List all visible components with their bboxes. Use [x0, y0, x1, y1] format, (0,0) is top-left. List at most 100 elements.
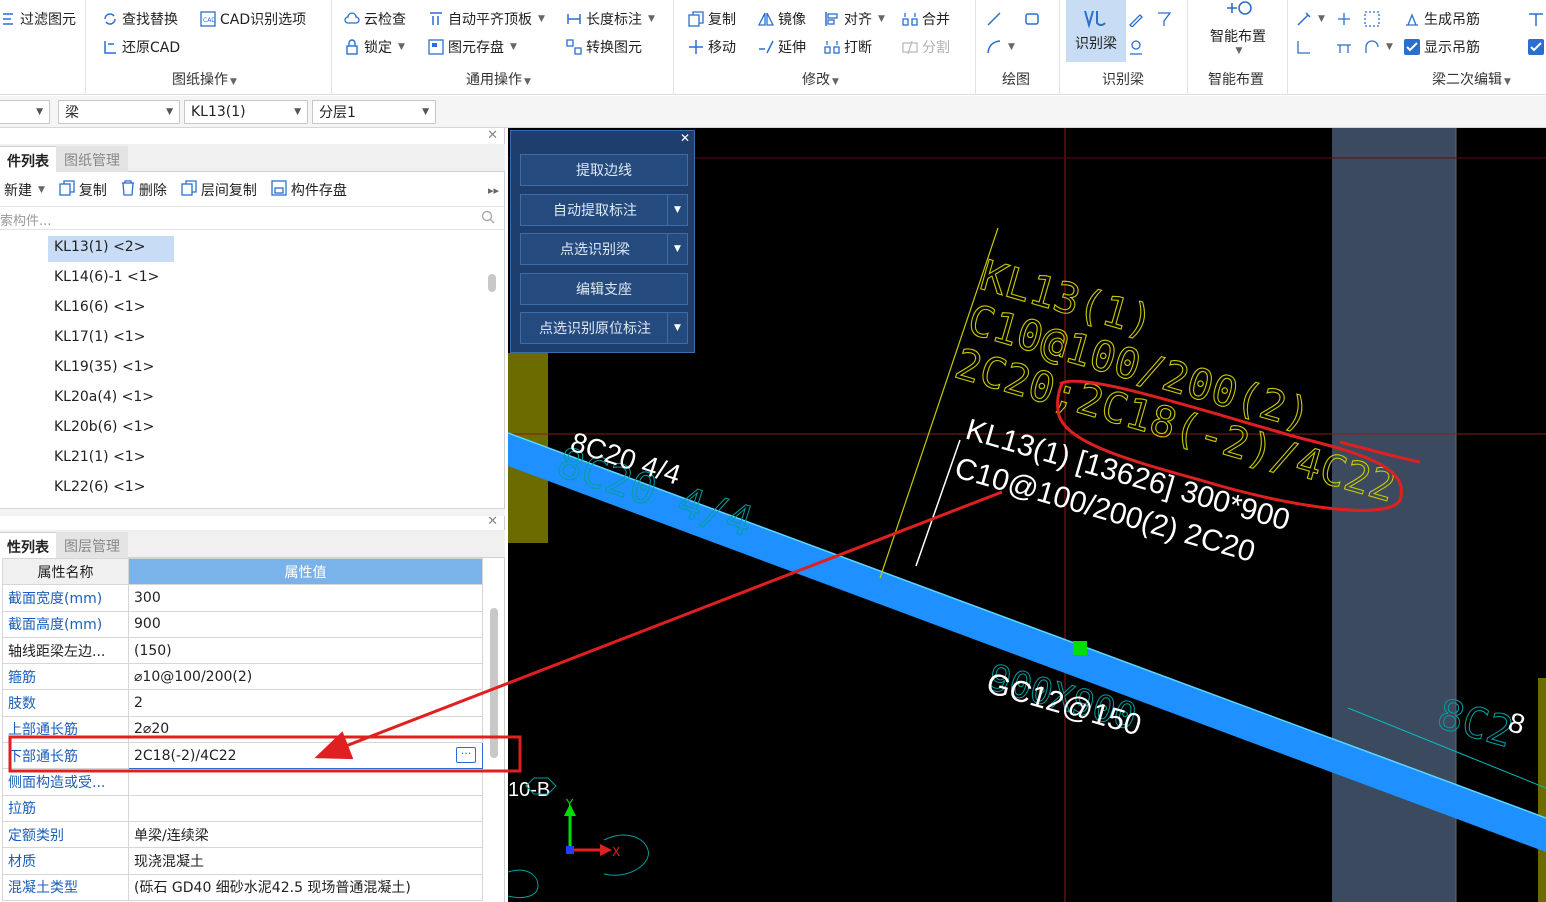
element-save-button[interactable]: 图元存盘 ▼: [428, 36, 517, 58]
left-annotation[interactable]: 8C20 4/4 8C20 4/4: [551, 424, 763, 547]
property-row[interactable]: 下部通长筋 2C18(-2)/4C22 ···: [2, 742, 483, 770]
property-value[interactable]: 2⌀20: [128, 715, 483, 744]
component-save-button[interactable]: 构件存盘: [271, 180, 347, 200]
property-value[interactable]: (砾石 GD40 细砂水泥42.5 现场普通混凝土): [128, 873, 483, 901]
beam-draw-button[interactable]: ▼: [1296, 8, 1325, 30]
split-button[interactable]: 分割: [902, 36, 950, 58]
beam-tool-f-button[interactable]: [1528, 8, 1544, 30]
close-icon[interactable]: ✕: [680, 131, 690, 145]
more-icon[interactable]: ▸▸: [488, 184, 499, 197]
wall-element-right[interactable]: [1538, 678, 1546, 902]
component-list-item[interactable]: KL16(6) <1>: [48, 296, 151, 322]
tab-component-list[interactable]: 件列表: [0, 146, 58, 172]
cad-recognize-options-button[interactable]: CAD CAD识别选项: [200, 8, 306, 30]
component-list-item[interactable]: KL22(6) <1>: [48, 476, 151, 502]
delete-button[interactable]: 删除: [121, 180, 167, 200]
component-search-input[interactable]: 索构件...: [0, 206, 505, 230]
extend-button[interactable]: 延伸: [758, 36, 806, 58]
property-row[interactable]: 混凝土类型 (砾石 GD40 细砂水泥42.5 现场普通混凝土): [2, 873, 483, 901]
property-row[interactable]: 上部通长筋 2⌀20: [2, 715, 483, 744]
property-value[interactable]: 900: [128, 610, 483, 638]
draw-rect-button[interactable]: [1024, 8, 1040, 30]
float-menu-button[interactable]: 提取边线: [520, 154, 688, 186]
component-type-select[interactable]: 梁 ▼: [58, 100, 180, 124]
generate-hanger-button[interactable]: 生成吊筋: [1404, 8, 1480, 30]
align-button[interactable]: 对齐 ▼: [824, 8, 885, 30]
component-list-item[interactable]: KL13(1) <2>: [48, 236, 174, 262]
convert-element-button[interactable]: 转换图元: [566, 36, 642, 58]
beam-grip-point[interactable]: [1073, 641, 1087, 655]
auto-align-slab-button[interactable]: 自动平齐顶板 ▼: [428, 8, 545, 30]
property-value[interactable]: (150): [128, 636, 483, 665]
property-row[interactable]: 截面宽度(mm) 300: [2, 584, 483, 612]
merge-button[interactable]: 合并: [902, 8, 950, 30]
length-dimension-button[interactable]: 长度标注 ▼: [566, 8, 655, 30]
property-row[interactable]: 箍筋 ⌀10@100/200(2): [2, 663, 483, 691]
beam-tool-g-button[interactable]: [1296, 36, 1312, 58]
cloud-check-button[interactable]: 云检查: [344, 8, 406, 30]
group-label-modify[interactable]: 修改 ▼: [802, 69, 839, 89]
floor-select[interactable]: ▼: [0, 100, 50, 124]
move-button[interactable]: 移动: [688, 36, 736, 58]
component-list-item[interactable]: KL20b(6) <1>: [48, 416, 160, 442]
chevron-down-icon[interactable]: ▼: [667, 234, 687, 264]
floor-copy-button[interactable]: 层间复制: [181, 180, 257, 200]
component-list-item[interactable]: KL14(6)-1 <1>: [48, 266, 165, 292]
find-replace-button[interactable]: 查找替换: [102, 8, 178, 30]
draw-line-button[interactable]: [986, 8, 1002, 30]
float-menu-button[interactable]: 自动提取标注 ▼: [520, 193, 688, 226]
mirror-button[interactable]: 镜像: [758, 8, 806, 30]
ellipsis-icon[interactable]: ···: [456, 747, 476, 764]
group-label-general-operation[interactable]: 通用操作 ▼: [466, 69, 531, 89]
new-button[interactable]: 新建 ▼: [4, 180, 45, 200]
component-list-item[interactable]: KL17(1) <1>: [48, 326, 151, 352]
close-icon[interactable]: ✕: [487, 128, 498, 143]
property-value[interactable]: 300: [128, 584, 483, 612]
float-menu-button[interactable]: 点选识别梁 ▼: [520, 233, 688, 265]
property-value[interactable]: 2: [128, 689, 483, 717]
property-row[interactable]: 肢数 2: [2, 689, 483, 717]
smart-layout-button[interactable]: 智能布置 ▼: [1196, 0, 1280, 62]
component-list-item[interactable]: KL19(35) <1>: [48, 356, 160, 382]
property-row[interactable]: 拉筋: [2, 794, 483, 822]
property-scrollbar[interactable]: [490, 608, 498, 758]
chevron-down-icon[interactable]: ▼: [667, 313, 687, 343]
group-label-drawing-operation[interactable]: 图纸操作 ▼: [172, 69, 237, 89]
tab-layer-management[interactable]: 图层管理: [56, 532, 128, 558]
draw-arc-button[interactable]: ▼: [986, 36, 1015, 58]
property-row[interactable]: 轴线距梁左边... (150): [2, 636, 483, 665]
list-scrollbar[interactable]: [488, 274, 496, 292]
close-icon[interactable]: ✕: [487, 514, 498, 529]
float-menu-button[interactable]: 点选识别原位标注 ▼: [520, 312, 688, 344]
property-value[interactable]: 2C18(-2)/4C22 ···: [128, 742, 483, 770]
search-icon[interactable]: [481, 210, 495, 228]
property-row[interactable]: 侧面构造或受...: [2, 768, 483, 796]
group-label-beam-secondary-edit[interactable]: 梁二次编辑 ▼: [1432, 69, 1511, 89]
component-name-select[interactable]: KL13(1) ▼: [184, 100, 308, 124]
beam-tool-c-button[interactable]: [1128, 36, 1144, 58]
component-list-item[interactable]: KL21(1) <1>: [48, 446, 151, 472]
show-hanger-checkbox[interactable]: 显示吊筋: [1404, 36, 1480, 58]
float-menu-button[interactable]: 编辑支座: [520, 272, 688, 305]
property-value[interactable]: [128, 768, 483, 796]
beam-tool-d-button[interactable]: [1336, 8, 1352, 30]
property-row[interactable]: 截面高度(mm) 900: [2, 610, 483, 638]
panel-divider[interactable]: [0, 508, 505, 516]
layer-select[interactable]: 分层1 ▼: [312, 100, 436, 124]
copy-component-button[interactable]: 复制: [59, 180, 107, 200]
beam-tool-i-button[interactable]: ▼: [1364, 36, 1393, 58]
beam-tool-h-button[interactable]: [1336, 36, 1352, 58]
filter-element-button[interactable]: 过滤图元: [0, 8, 76, 30]
tab-property-list[interactable]: 性列表: [0, 532, 58, 558]
property-value[interactable]: ⌀10@100/200(2): [128, 663, 483, 691]
property-value[interactable]: 单梁/连续梁: [128, 820, 483, 849]
chevron-down-icon[interactable]: ▼: [667, 194, 687, 225]
beam-tool-a-button[interactable]: [1128, 8, 1144, 30]
beam-tool-e-button[interactable]: [1364, 8, 1380, 30]
recognize-beam-button[interactable]: 识别梁: [1066, 0, 1126, 62]
property-value[interactable]: 现浇混凝土: [128, 847, 483, 875]
break-button[interactable]: 打断: [824, 36, 872, 58]
property-row[interactable]: 材质 现浇混凝土: [2, 847, 483, 875]
restore-cad-button[interactable]: 还原CAD: [102, 36, 180, 58]
component-list-item[interactable]: KL20a(4) <1>: [48, 386, 160, 412]
